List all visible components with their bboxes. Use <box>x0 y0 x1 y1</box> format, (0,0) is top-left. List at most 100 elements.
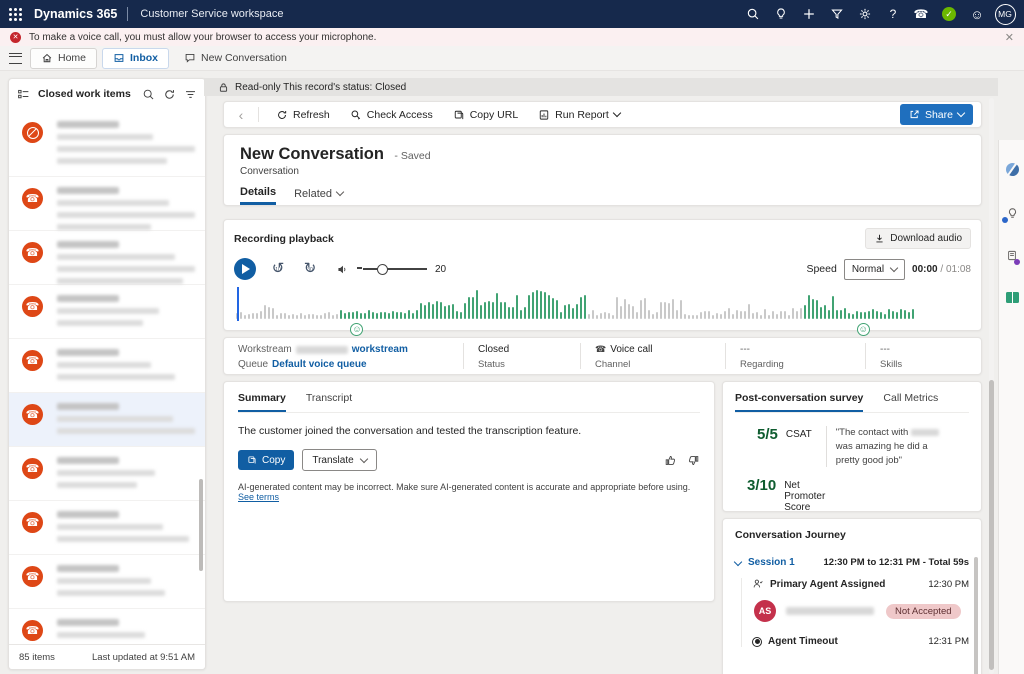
waveform-bar <box>328 312 330 319</box>
workspace: Closed work items ☎☎☎☎☎☎☎☎☎ 85 items Las… <box>0 70 1024 674</box>
phone-icon[interactable]: ☎ <box>908 0 934 28</box>
tab-details[interactable]: Details <box>240 186 276 205</box>
skip-forward-button[interactable]: ↻30 <box>300 259 320 279</box>
redacted-text <box>57 158 167 164</box>
waveform-bar <box>360 313 362 319</box>
waveform-bar <box>736 310 738 319</box>
work-item[interactable]: ☎ <box>9 177 205 231</box>
session-expand-chevron-icon[interactable] <box>734 557 742 565</box>
search-icon[interactable] <box>740 0 766 28</box>
tab-transcript[interactable]: Transcript <box>306 392 352 412</box>
tab-inbox[interactable]: Inbox <box>102 48 169 69</box>
work-item[interactable]: ☎ <box>9 501 205 555</box>
waveform-bar <box>788 315 790 319</box>
waveform-bar <box>320 315 322 319</box>
volume-slider-knob[interactable] <box>377 264 388 275</box>
session-row[interactable]: Session 1 12:30 PM to 12:31 PM - Total 5… <box>735 557 969 568</box>
check-access-button[interactable]: Check Access <box>341 104 442 126</box>
add-icon[interactable] <box>796 0 822 28</box>
hamburger-menu-icon[interactable] <box>0 53 30 64</box>
csat-row: 5/5 CSAT "The contact with was amazing h… <box>735 426 969 467</box>
work-item[interactable]: ☎ <box>9 609 205 643</box>
share-icon <box>909 109 920 120</box>
play-button[interactable] <box>234 258 256 280</box>
copy-url-button[interactable]: Copy URL <box>444 104 527 126</box>
waveform-bar <box>436 301 438 319</box>
translate-button[interactable]: Translate <box>302 449 376 471</box>
work-item[interactable]: ☎ <box>9 339 205 393</box>
main-scrollbar-thumb[interactable] <box>989 380 994 670</box>
thumbs-down-icon[interactable] <box>687 454 700 467</box>
speed-dropdown[interactable]: Normal <box>844 259 905 280</box>
tab-home[interactable]: Home <box>30 48 97 69</box>
volume-icon[interactable] <box>336 263 349 276</box>
work-item[interactable]: ☎ <box>9 447 205 501</box>
help-icon[interactable]: ? <box>880 0 906 28</box>
feedback-smiley-icon[interactable]: ☺ <box>964 0 990 28</box>
redacted-text <box>57 200 169 206</box>
app-name[interactable]: Customer Service workspace <box>140 8 283 20</box>
user-avatar[interactable]: MG <box>992 0 1018 28</box>
download-audio-button[interactable]: Download audio <box>865 228 971 249</box>
tab-new-conversation[interactable]: New Conversation <box>174 49 297 68</box>
regarding-label: Regarding <box>740 359 851 370</box>
waveform-bar <box>552 298 554 319</box>
tab-related[interactable]: Related <box>294 186 343 205</box>
waveform-bar <box>716 313 718 319</box>
waveform-bar <box>504 302 506 319</box>
redacted-text <box>57 134 153 140</box>
skip-back-button[interactable]: ↺10 <box>268 259 288 279</box>
sidebar-search-icon[interactable] <box>142 88 155 101</box>
sentiment-marker-icon[interactable]: ☺ <box>350 323 363 336</box>
filter-icon[interactable] <box>824 0 850 28</box>
nps-value: 3/10 <box>747 477 776 494</box>
waveform-bar <box>464 303 466 319</box>
phone-call-icon: ☎ <box>22 404 43 425</box>
waveform-bar <box>620 306 622 319</box>
tab-post-conversation-survey[interactable]: Post-conversation survey <box>735 392 863 412</box>
tab-summary[interactable]: Summary <box>238 392 286 412</box>
waveform-bar <box>268 307 270 319</box>
status-label: Status <box>478 359 566 370</box>
waveform-bar <box>540 291 542 319</box>
sentiment-marker-icon[interactable]: ☺ <box>857 323 870 336</box>
waveform-bar <box>576 304 578 319</box>
knowledge-search-icon[interactable] <box>999 280 1024 314</box>
sidebar-refresh-icon[interactable] <box>163 88 176 101</box>
waveform-bar <box>492 302 494 319</box>
thumbs-up-icon[interactable] <box>664 454 677 467</box>
run-report-button[interactable]: Run Report <box>529 104 629 126</box>
waveform-bar <box>240 312 242 319</box>
session-link[interactable]: Session 1 <box>748 557 795 568</box>
copy-button[interactable]: Copy <box>238 450 294 470</box>
share-button[interactable]: Share <box>900 104 973 125</box>
volume-slider[interactable] <box>363 268 427 270</box>
work-item[interactable]: ☎ <box>9 555 205 609</box>
queue-link[interactable]: Default voice queue <box>272 359 366 370</box>
journey-scrollbar[interactable] <box>974 557 978 674</box>
settings-gear-icon[interactable] <box>852 0 878 28</box>
see-terms-link[interactable]: See terms <box>238 492 279 502</box>
work-item[interactable]: ☎ <box>9 393 205 447</box>
refresh-button[interactable]: Refresh <box>267 104 339 126</box>
work-item[interactable]: ☎ <box>9 231 205 285</box>
agent-avatar[interactable]: AS <box>754 600 776 622</box>
presence-status-icon[interactable]: ✓ <box>936 0 962 28</box>
list-layout-icon[interactable] <box>17 88 30 101</box>
waveform-bar <box>444 306 446 319</box>
waveform-bar <box>832 296 834 319</box>
lightbulb-icon[interactable] <box>768 0 794 28</box>
sidebar-filter-icon[interactable] <box>184 88 197 101</box>
back-chevron-icon[interactable]: ‹ <box>232 107 250 123</box>
notification-close-icon[interactable]: ✕ <box>1005 31 1014 44</box>
waveform-playhead[interactable] <box>237 287 239 321</box>
agent-scripts-icon[interactable] <box>999 238 1024 272</box>
sidebar-scrollbar[interactable] <box>199 479 203 571</box>
work-item[interactable]: ☎ <box>9 285 205 339</box>
smart-assist-icon[interactable] <box>999 196 1024 230</box>
app-launcher-icon[interactable] <box>0 0 30 28</box>
copilot-icon[interactable] <box>999 152 1024 186</box>
work-item[interactable] <box>9 111 205 177</box>
tab-call-metrics[interactable]: Call Metrics <box>883 392 938 412</box>
workstream-link[interactable]: workstream <box>352 344 408 355</box>
